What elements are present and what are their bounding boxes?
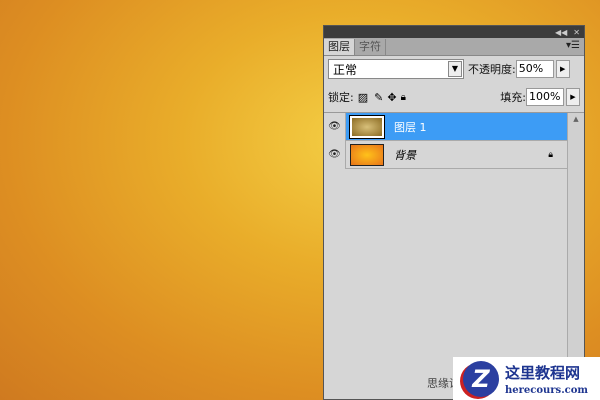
watermark-title: 这里教程网: [505, 363, 581, 382]
fill-slider-button[interactable]: ▶: [566, 88, 580, 106]
opacity-slider-button[interactable]: ▶: [555, 60, 570, 78]
opacity-input[interactable]: 50%: [515, 60, 554, 78]
lock-brush-icon[interactable]: ✎: [374, 91, 383, 104]
chevron-down-icon: ▼: [448, 61, 462, 77]
layer-name: 图层 1: [394, 120, 427, 134]
watermark-logo: Z: [463, 360, 499, 397]
blend-mode-value: 正常: [333, 62, 358, 77]
panel-menu-icon[interactable]: ▾☰: [566, 40, 580, 51]
layer-name: 背景: [394, 148, 416, 162]
watermark: Z 这里教程网 herecours.com: [453, 357, 600, 400]
eye-icon[interactable]: 👁︎: [324, 112, 346, 141]
panel-titlebar: ◀◀ ✕: [324, 26, 584, 38]
lock-all-icon[interactable]: 🔒︎: [401, 92, 406, 103]
tab-character[interactable]: 字符: [355, 39, 386, 55]
layers-panel: ◀◀ ✕ 图层 字符 ▾☰ 正常 ▼ 不透明度: 50% ▶ 锁定: ▨ ✎ ✥…: [323, 25, 585, 400]
lock-label: 锁定:: [328, 91, 354, 104]
layers-list: 👁︎ 图层 1 👁︎ 背景 🔒︎ ▲: [324, 112, 584, 399]
layer-row[interactable]: 👁︎ 背景 🔒︎: [324, 140, 567, 169]
collapse-icon[interactable]: ◀◀: [555, 28, 567, 37]
tab-layers[interactable]: 图层: [324, 39, 355, 55]
lock-transparency-icon[interactable]: ▨: [358, 91, 368, 104]
close-icon[interactable]: ✕: [573, 28, 580, 37]
panel-tabs: 图层 字符 ▾☰: [324, 38, 584, 56]
blend-row: 正常 ▼ 不透明度: 50% ▶: [328, 59, 580, 79]
watermark-url: herecours.com: [505, 384, 589, 396]
lock-move-icon[interactable]: ✥: [387, 91, 396, 104]
lock-row: 锁定: ▨ ✎ ✥ 🔒︎ 填充: 100% ▶: [328, 88, 580, 106]
blend-mode-select[interactable]: 正常 ▼: [328, 59, 464, 79]
layer-thumbnail: [350, 143, 384, 166]
scroll-up-icon[interactable]: ▲: [568, 115, 584, 123]
fill-input[interactable]: 100%: [526, 88, 564, 106]
layer-row[interactable]: 👁︎ 图层 1: [324, 112, 567, 141]
fill-label: 填充:: [500, 91, 526, 104]
opacity-label: 不透明度:: [468, 63, 516, 76]
layer-thumbnail: [349, 114, 385, 139]
lock-icon: 🔒︎: [548, 149, 553, 160]
eye-icon[interactable]: 👁︎: [324, 140, 346, 169]
